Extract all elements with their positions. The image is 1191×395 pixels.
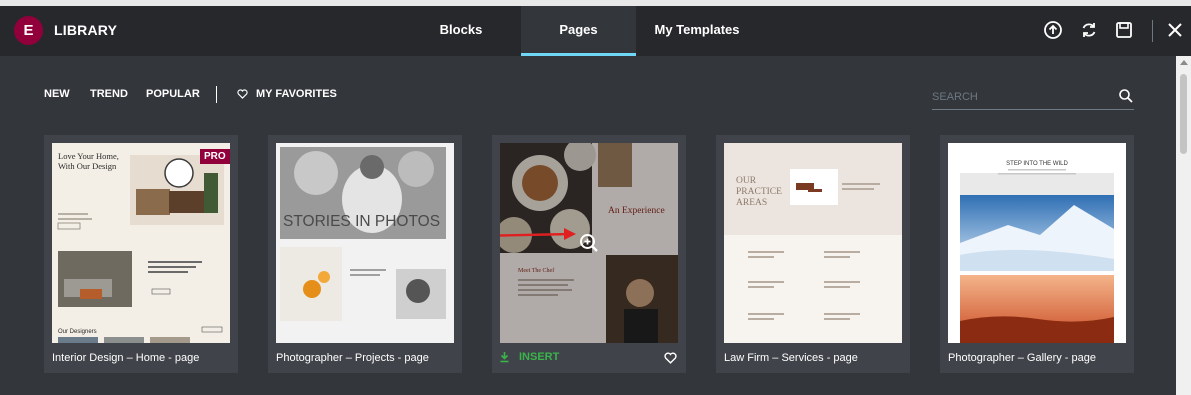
zoom-in-icon[interactable]: [579, 233, 599, 253]
search-input[interactable]: [932, 88, 1112, 106]
insert-label: INSERT: [519, 351, 560, 363]
template-title: Law Firm – Services - page: [724, 352, 858, 364]
favorites-label: MY FAVORITES: [256, 88, 337, 100]
thumb-heading-line3: AREAS: [736, 198, 767, 208]
filter-new[interactable]: NEW: [44, 88, 70, 100]
favorite-heart-icon[interactable]: [664, 352, 677, 364]
template-title: Photographer – Projects - page: [276, 352, 429, 364]
search-icon[interactable]: [1118, 88, 1134, 104]
scrollbar[interactable]: [1176, 56, 1191, 395]
search-box[interactable]: [932, 84, 1134, 110]
template-title: Interior Design – Home - page: [52, 352, 200, 364]
thumb-heading-line2: With Our Design: [58, 161, 117, 171]
template-thumbnail[interactable]: STORIES IN PHOTOS: [276, 143, 454, 343]
library-header: E LIBRARY Blocks Pages My Templates: [0, 6, 1191, 56]
filter-trend[interactable]: TREND: [90, 88, 128, 100]
template-card-law-firm[interactable]: OUR PRACTICE AREAS Law Firm – Services -…: [716, 135, 910, 373]
red-arrow-annotation: [500, 228, 576, 240]
tab-pages[interactable]: Pages: [521, 6, 636, 56]
filter-my-favorites[interactable]: MY FAVORITES: [237, 88, 337, 100]
template-title: Photographer – Gallery - page: [948, 352, 1096, 364]
header-divider: [1152, 20, 1153, 42]
tab-blocks[interactable]: Blocks: [424, 6, 498, 56]
thumb-footer-text: Our Designers: [58, 329, 97, 335]
scrollbar-thumb[interactable]: [1180, 74, 1187, 154]
tab-my-templates[interactable]: My Templates: [648, 6, 746, 56]
template-thumbnail[interactable]: STEP INTO THE WILD: [948, 143, 1126, 343]
close-icon[interactable]: [1165, 20, 1185, 40]
thumb-heading-line2: PRACTICE: [736, 187, 782, 197]
scroll-up-arrow-icon[interactable]: [1180, 60, 1188, 65]
card-footer: INSERT: [492, 343, 686, 373]
heart-icon: [237, 89, 248, 99]
thumb-heading: STEP INTO THE WILD: [1006, 161, 1068, 167]
save-icon[interactable]: [1114, 20, 1134, 40]
card-footer: Law Firm – Services - page: [716, 343, 910, 373]
insert-button[interactable]: INSERT: [500, 351, 559, 363]
template-card-interior-design[interactable]: Love Your Home, With Our Design Our Desi…: [44, 135, 238, 373]
thumb-heading-line1: Love Your Home,: [58, 151, 119, 161]
template-thumbnail[interactable]: An Experience Meet The Chef: [500, 143, 678, 343]
upload-icon[interactable]: [1043, 20, 1063, 40]
template-card-photographer-projects[interactable]: STORIES IN PHOTOS Photographer – Project…: [268, 135, 462, 373]
thumb-heading: STORIES IN PHOTOS: [283, 213, 440, 230]
filter-divider: [216, 86, 217, 103]
card-footer: Photographer – Gallery - page: [940, 343, 1134, 373]
card-footer: Photographer – Projects - page: [268, 343, 462, 373]
library-title: LIBRARY: [54, 22, 118, 38]
elementor-logo: E: [14, 16, 43, 45]
template-thumbnail[interactable]: OUR PRACTICE AREAS: [724, 143, 902, 343]
download-icon: [500, 351, 509, 362]
card-footer: Interior Design – Home - page: [44, 343, 238, 373]
thumb-heading-line1: OUR: [736, 176, 757, 186]
pro-badge: PRO: [200, 149, 230, 164]
template-card-photographer-gallery[interactable]: STEP INTO THE WILD Photographer – Galler…: [940, 135, 1134, 373]
template-card-restaurant[interactable]: An Experience Meet The Chef INSERT: [492, 135, 686, 373]
sync-icon[interactable]: [1079, 20, 1099, 40]
template-thumbnail[interactable]: Love Your Home, With Our Design Our Desi…: [52, 143, 230, 343]
filter-popular[interactable]: POPULAR: [146, 88, 200, 100]
